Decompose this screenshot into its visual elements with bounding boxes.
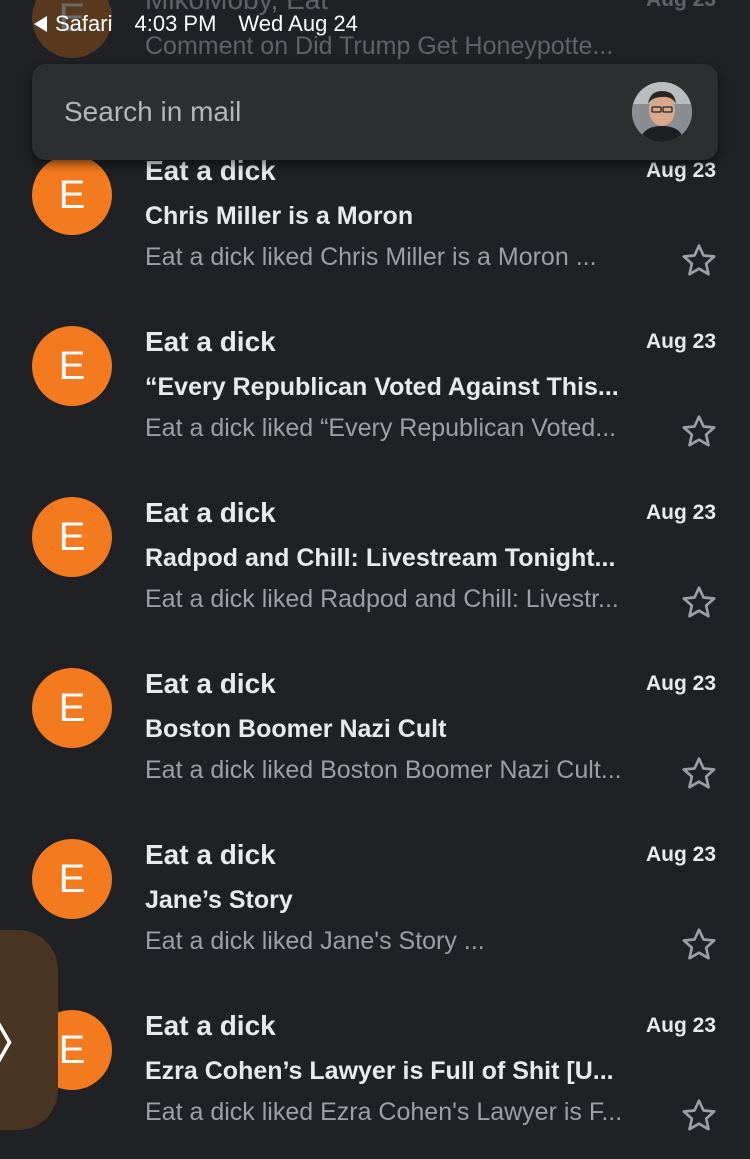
back-arrow-icon[interactable] [34,16,47,32]
sender-avatar[interactable]: E [32,668,112,748]
mail-snippet: Eat a dick liked “Every Republican Voted… [145,414,617,442]
sender-name: Eat a dick [145,668,276,699]
mail-subject: Boston Boomer Nazi Cult [145,715,447,743]
mail-row[interactable]: E Eat a dick Aug 23 Radpod and Chill: Li… [0,487,750,658]
mail-date: Aug 23 [645,843,716,866]
sender-avatar[interactable]: E [32,497,112,577]
mail-snippet: Eat a dick liked Boston Boomer Nazi Cult… [145,756,622,784]
gmail-inbox-screen: E MikoMoby, Eat Aug 23 Comment on Did Tr… [0,0,750,1159]
sender-avatar[interactable]: E [32,155,112,235]
sender-name: Eat a dick [145,839,276,870]
search-bar[interactable]: Search in mail [32,64,718,160]
mail-date: Aug 23 [645,501,716,524]
mail-row[interactable]: E Eat a dick Aug 23 Chris Miller is a Mo… [0,145,750,316]
mail-date: Aug 23 [645,1014,716,1037]
status-date: Wed Aug 24 [238,11,358,36]
account-avatar[interactable] [632,82,692,142]
star-icon[interactable] [678,754,720,794]
star-icon[interactable] [678,241,720,281]
slide-over-handle[interactable]: 〉 [0,930,58,1130]
mail-row[interactable]: E Eat a dick Aug 23 Jane’s Story Eat a d… [0,829,750,1000]
chevron-right-icon: 〉 [0,1000,54,1081]
mail-list: E Eat a dick Aug 23 Chris Miller is a Mo… [0,145,750,1159]
back-to-safari-label[interactable]: Safari [55,11,112,37]
mail-snippet: Eat a dick liked Jane's Story ... [145,927,485,955]
star-icon[interactable] [678,412,720,452]
mail-date: Aug 23 [645,672,716,695]
mail-subject: Chris Miller is a Moron [145,202,414,230]
status-time: 4:03 PM [134,11,217,36]
mail-date: Aug 23 [645,159,716,182]
star-icon[interactable] [678,925,720,965]
mail-subject: Jane’s Story [145,886,293,914]
profile-photo-icon [632,82,692,142]
mail-row[interactable]: E Eat a dick Aug 23 Ezra Cohen’s Lawyer … [0,1000,750,1159]
mail-snippet: Eat a dick liked Radpod and Chill: Lives… [145,585,619,613]
sender-name: Eat a dick [145,326,276,357]
sender-name: Eat a dick [145,497,276,528]
mail-snippet: Eat a dick liked Chris Miller is a Moron… [145,243,597,271]
sender-avatar[interactable]: E [32,839,112,919]
star-icon[interactable] [678,583,720,623]
status-bar: Safari 4:03 PM Wed Aug 24 [0,6,750,42]
mail-subject: “Every Republican Voted Against This... [145,373,619,401]
star-icon[interactable] [678,1096,720,1136]
mail-subject: Radpod and Chill: Livestream Tonight... [145,544,616,572]
mail-row[interactable]: E Eat a dick Aug 23 “Every Republican Vo… [0,316,750,487]
mail-date: Aug 23 [645,330,716,353]
sender-avatar[interactable]: E [32,326,112,406]
mail-snippet: Eat a dick liked Ezra Cohen's Lawyer is … [145,1098,623,1126]
mail-row[interactable]: E Eat a dick Aug 23 Boston Boomer Nazi C… [0,658,750,829]
sender-name: Eat a dick [145,1010,276,1041]
mail-subject: Ezra Cohen’s Lawyer is Full of Shit [U..… [145,1057,614,1085]
search-input[interactable]: Search in mail [64,96,241,128]
